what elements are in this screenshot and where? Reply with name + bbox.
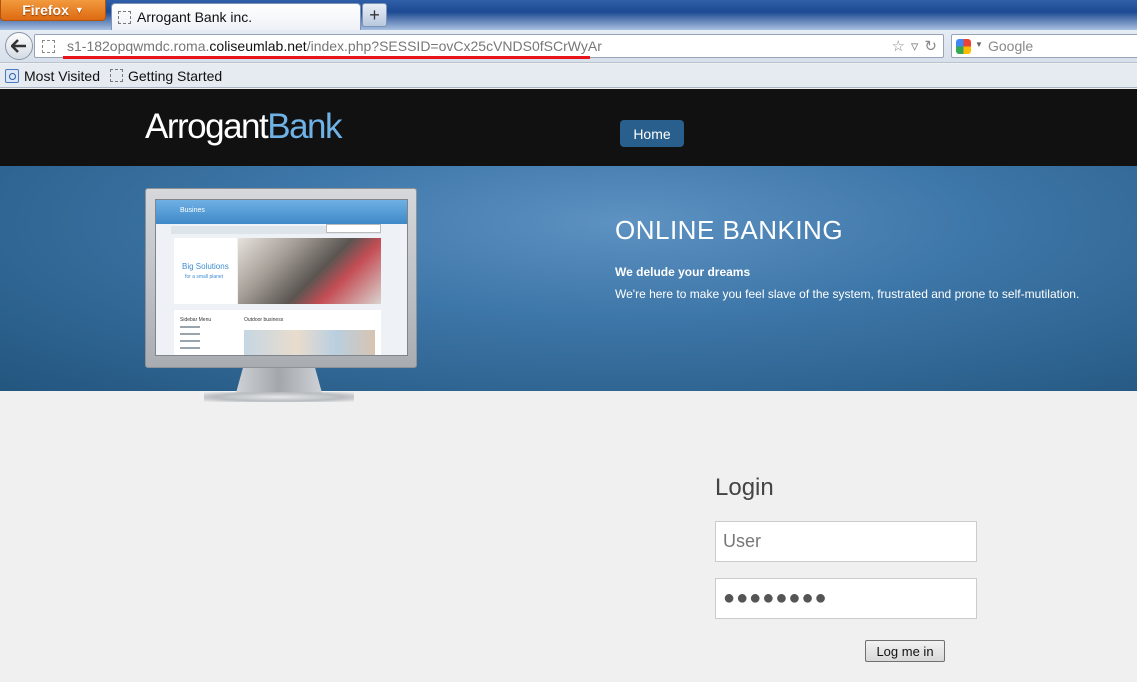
- hero-title: ONLINE BANKING: [615, 215, 844, 245]
- monitor-illustration: Busines Big Solutions for a small planet…: [145, 188, 417, 368]
- address-bar[interactable]: s1-182opqwmdc.roma.coliseumlab.net/index…: [34, 34, 944, 59]
- page-icon: [118, 10, 131, 24]
- monitor-screen: Busines Big Solutions for a small planet…: [155, 199, 408, 356]
- login-title: Login: [715, 474, 774, 501]
- bookmark-label: Most Visited: [24, 67, 100, 84]
- bookmark-most-visited[interactable]: Most Visited: [5, 68, 100, 84]
- site-logo[interactable]: ArrogantBank: [145, 107, 343, 147]
- bookmark-label: Getting Started: [128, 67, 223, 84]
- bookmark-getting-started[interactable]: Getting Started: [110, 68, 222, 84]
- firefox-menu-label: Firefox: [22, 2, 69, 18]
- screen-photo: [238, 238, 381, 304]
- url-prefix: s1-182opqwmdc.roma.: [67, 38, 210, 54]
- google-icon[interactable]: [956, 39, 971, 54]
- screen-sidebar-title: Sidebar Menu: [180, 317, 212, 323]
- history-dropdown-icon[interactable]: ▿: [911, 37, 919, 55]
- new-tab-button[interactable]: +: [362, 3, 387, 27]
- bookmark-star-icon[interactable]: ☆: [891, 37, 904, 55]
- hero-subtitle: We delude your dreams: [615, 265, 751, 279]
- bookmarks-toolbar: Most Visited Getting Started: [0, 64, 1137, 88]
- screen-article-title: Outdoor business: [244, 317, 284, 323]
- username-input[interactable]: [715, 521, 977, 562]
- url-path: /index.php?SESSID=ovCx25cVNDS0fSCrWyAr: [306, 38, 602, 54]
- firefox-menu-button[interactable]: Firefox ▼: [0, 0, 106, 21]
- screen-feature-subtitle: for a small planet: [185, 274, 224, 280]
- search-bar[interactable]: ▼ Google: [951, 34, 1137, 58]
- browser-titlebar: Firefox ▼ Arrogant Bank inc. +: [0, 0, 1137, 30]
- page-icon: [110, 69, 123, 82]
- password-input[interactable]: [715, 578, 977, 619]
- most-visited-icon: [5, 68, 19, 83]
- search-placeholder: Google: [988, 38, 1034, 54]
- url-text[interactable]: s1-182opqwmdc.roma.coliseumlab.net/index…: [67, 38, 602, 54]
- screen-photo-secondary: [244, 330, 375, 355]
- logo-part-arrogant: Arrogant: [145, 107, 269, 146]
- screen-feature-box: Big Solutions for a small planet: [174, 238, 237, 304]
- monitor-base: [204, 392, 354, 402]
- site-header: ArrogantBank Home: [0, 89, 1137, 166]
- login-submit-button[interactable]: Log me in: [865, 640, 945, 662]
- chevron-down-icon: ▼: [74, 5, 84, 15]
- browser-tab[interactable]: Arrogant Bank inc.: [111, 3, 361, 30]
- tab-title: Arrogant Bank inc.: [137, 9, 253, 25]
- logo-part-bank: Bank: [267, 107, 342, 146]
- site-identity-icon[interactable]: [42, 40, 55, 53]
- back-arrow-icon[interactable]: [5, 32, 33, 60]
- screen-sidebar-list: [180, 326, 210, 354]
- url-domain: coliseumlab.net: [209, 38, 307, 54]
- chevron-down-icon[interactable]: ▼: [975, 40, 983, 49]
- url-actions: ☆ ▿ ↻: [891, 37, 937, 55]
- monitor-stand: [236, 368, 322, 393]
- reload-icon[interactable]: ↻: [924, 37, 937, 55]
- url-underline: [63, 56, 590, 59]
- screen-brand: Busines: [180, 207, 205, 214]
- hero-description: We're here to make you feel slave of the…: [615, 287, 1080, 301]
- nav-home-button[interactable]: Home: [620, 120, 684, 147]
- screen-feature-title: Big Solutions: [182, 262, 229, 271]
- screen-search: [326, 224, 381, 233]
- browser-navbar: s1-182opqwmdc.roma.coliseumlab.net/index…: [0, 30, 1137, 63]
